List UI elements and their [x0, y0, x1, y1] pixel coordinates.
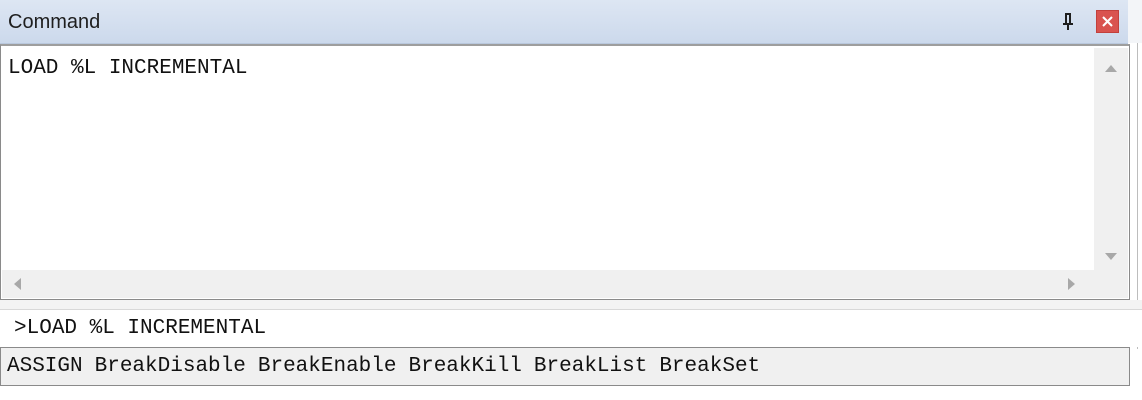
command-item-breaklist[interactable]: BreakList [534, 355, 647, 378]
close-icon [1102, 16, 1113, 27]
command-input[interactable]: >LOAD %L INCREMENTAL [0, 310, 1142, 347]
scroll-down-icon[interactable] [1105, 253, 1117, 260]
window-title: Command [8, 11, 101, 33]
command-item-assign[interactable]: ASSIGN [7, 355, 83, 378]
command-input-value[interactable]: LOAD %L INCREMENTAL [27, 317, 266, 340]
scroll-up-icon[interactable] [1105, 65, 1117, 72]
command-item-breakkill[interactable]: BreakKill [408, 355, 521, 378]
command-window: Command LOAD %L INCREMENTAL >LOAD %L INC… [0, 0, 1142, 400]
output-pane[interactable]: LOAD %L INCREMENTAL [0, 44, 1130, 300]
command-item-breakset[interactable]: BreakSet [659, 355, 760, 378]
output-line: LOAD %L INCREMENTAL [8, 57, 248, 80]
adjacent-panel-edge [1128, 0, 1142, 43]
scroll-right-icon[interactable] [1068, 278, 1075, 290]
command-input-line[interactable]: >LOAD %L INCREMENTAL [14, 317, 266, 341]
command-item-breakenable[interactable]: BreakEnable [258, 355, 397, 378]
command-list-bar: ASSIGN BreakDisable BreakEnable BreakKill Br… [0, 347, 1130, 386]
scroll-left-icon[interactable] [14, 278, 21, 290]
close-button[interactable] [1096, 10, 1119, 33]
command-list: ASSIGN BreakDisable BreakEnable BreakKill Br… [7, 355, 772, 379]
prompt-symbol: > [14, 317, 27, 340]
pane-splitter[interactable] [0, 300, 1142, 310]
command-item-breakdisable[interactable]: BreakDisable [95, 355, 246, 378]
pin-icon[interactable] [1057, 10, 1081, 34]
scrollbar-corner [1094, 270, 1128, 298]
horizontal-scrollbar[interactable] [2, 270, 1094, 298]
vertical-scrollbar[interactable] [1094, 48, 1128, 270]
title-bar[interactable]: Command [0, 0, 1128, 44]
